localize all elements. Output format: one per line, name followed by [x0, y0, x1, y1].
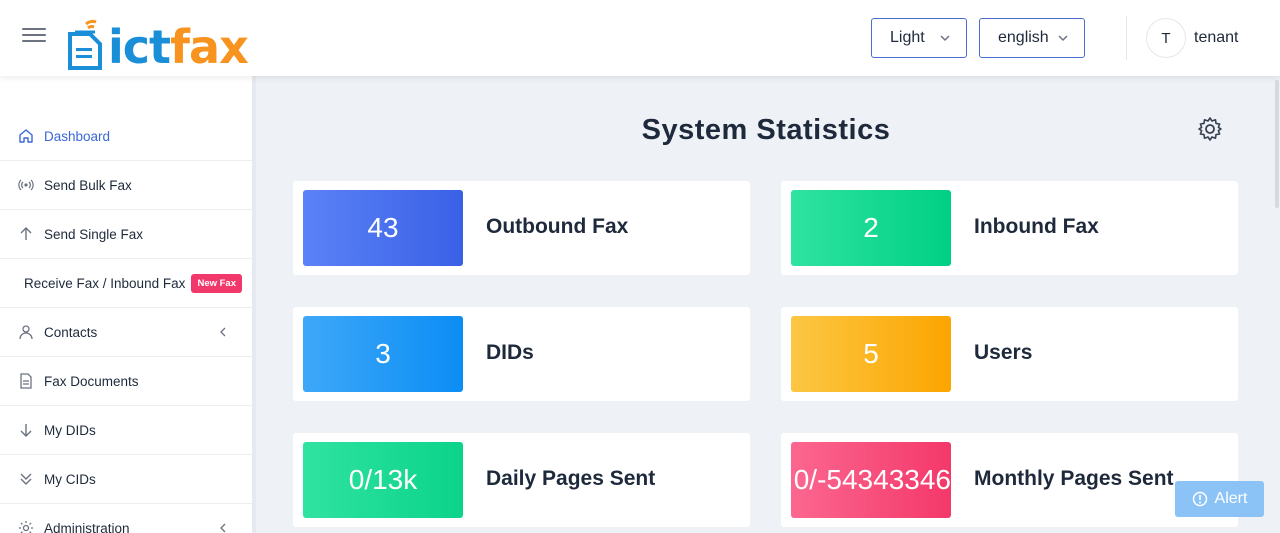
stat-card-inbound-fax[interactable]: 2 Inbound Fax [781, 181, 1238, 275]
menu-toggle-icon[interactable] [22, 28, 46, 46]
alert-circle-icon [1192, 491, 1207, 507]
sidebar-item-my-cids[interactable]: My CIDs [0, 455, 252, 504]
avatar-initial: T [1161, 29, 1171, 47]
theme-select-value: Light [890, 29, 925, 46]
home-icon [19, 129, 33, 143]
arrow-up-icon [20, 227, 32, 240]
header-divider [1126, 16, 1127, 60]
chevron-down-icon [1058, 35, 1068, 42]
theme-select[interactable]: Light [871, 18, 967, 58]
stat-label: DIDs [486, 341, 534, 364]
language-select-value: english [998, 29, 1049, 46]
sidebar-item-send-bulk-fax[interactable]: Send Bulk Fax [0, 161, 252, 210]
stat-card-monthly-pages-sent[interactable]: 0/-54343346 Monthly Pages Sent [781, 433, 1238, 527]
sidebar-item-label: Contacts [44, 324, 98, 340]
stat-card-users[interactable]: 5 Users [781, 307, 1238, 401]
language-select[interactable]: english [979, 18, 1085, 58]
sidebar-item-my-dids[interactable]: My DIDs [0, 406, 252, 455]
stat-card-daily-pages-sent[interactable]: 0/13k Daily Pages Sent [293, 433, 750, 527]
gear-icon[interactable] [1197, 116, 1223, 142]
sidebar-item-send-single-fax[interactable]: Send Single Fax [0, 210, 252, 259]
stat-label: Monthly Pages Sent [974, 467, 1174, 490]
logo-text: ictfax [108, 20, 249, 74]
stat-card-dids[interactable]: 3 DIDs [293, 307, 750, 401]
sidebar-item-label: Receive Fax / Inbound Fax [24, 275, 186, 291]
sidebar-item-label: Send Single Fax [44, 226, 144, 242]
stat-value-tile: 0/13k [303, 442, 463, 518]
sidebar-item-label: My CIDs [44, 471, 96, 487]
stat-card-outbound-fax[interactable]: 43 Outbound Fax [293, 181, 750, 275]
stat-label: Daily Pages Sent [486, 467, 656, 490]
sidebar: Dashboard Send Bulk Fax Send Single Fax … [0, 76, 252, 533]
stat-value-tile: 3 [303, 316, 463, 392]
sidebar-item-receive-fax[interactable]: Receive Fax / Inbound Fax New Fax [0, 259, 252, 308]
scrollbar[interactable] [1275, 80, 1279, 208]
sidebar-item-label: My DIDs [44, 422, 96, 438]
arrow-down-icon [20, 424, 32, 437]
alert-label: Alert [1214, 490, 1248, 507]
avatar[interactable]: T [1146, 18, 1186, 58]
stat-label: Users [974, 341, 1033, 364]
sidebar-item-label: Send Bulk Fax [44, 177, 132, 193]
user-icon [19, 325, 33, 340]
sidebar-item-label: Dashboard [44, 128, 111, 144]
user-name[interactable]: tenant [1194, 29, 1238, 47]
sidebar-item-administration[interactable]: Administration [0, 504, 252, 533]
stat-value-tile: 2 [791, 190, 951, 266]
alert-button[interactable]: Alert [1175, 481, 1264, 517]
sidebar-item-dashboard[interactable]: Dashboard [0, 112, 252, 161]
stat-value-tile: 0/-54343346 [791, 442, 951, 518]
logo[interactable]: ictfax [66, 8, 249, 74]
chevron-left-icon [220, 327, 226, 337]
chevron-left-icon [220, 523, 226, 533]
double-chevron-down-icon [20, 473, 32, 485]
sidebar-edge [252, 76, 256, 533]
top-bar: ictfax Light english T tenant [0, 0, 1280, 76]
sidebar-item-label: Administration [44, 520, 130, 533]
gear-icon [19, 521, 33, 533]
document-icon [20, 373, 32, 389]
stat-value-tile: 43 [303, 190, 463, 266]
stat-label: Inbound Fax [974, 215, 1099, 238]
chevron-down-icon [940, 35, 950, 42]
broadcast-icon [18, 179, 34, 191]
stat-value-tile: 5 [791, 316, 951, 392]
fax-document-logo-icon [68, 19, 102, 70]
sidebar-item-fax-documents[interactable]: Fax Documents [0, 357, 252, 406]
sidebar-item-contacts[interactable]: Contacts [0, 308, 252, 357]
page-title: System Statistics [641, 114, 891, 146]
stat-label: Outbound Fax [486, 215, 629, 238]
sidebar-item-label: Fax Documents [44, 373, 139, 389]
new-fax-badge: New Fax [191, 273, 242, 293]
